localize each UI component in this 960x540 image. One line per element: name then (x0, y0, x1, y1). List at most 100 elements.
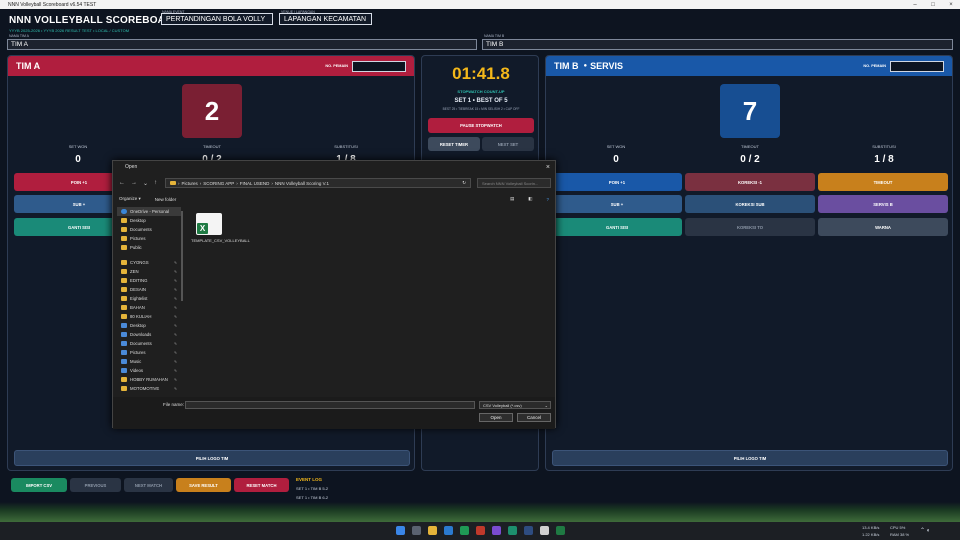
sidebar-item[interactable]: Pictures ✎ (117, 348, 181, 357)
breadcrumb-item[interactable]: NNN Volleyball Scoring V.1 (275, 181, 329, 186)
sidebar-item[interactable]: Documents ✎ (117, 339, 181, 348)
folder-icon (121, 341, 127, 346)
breadcrumb-item[interactable]: SCORING APP (203, 181, 234, 186)
refresh-icon[interactable]: ↻ (462, 180, 466, 186)
team-b-correction-to-button[interactable]: KOREKSI TO (685, 218, 815, 236)
forward-arrow-icon[interactable]: → (131, 180, 137, 186)
team-b-caption: NAMA TIM B (484, 34, 505, 38)
app-icon[interactable] (476, 526, 485, 535)
sidebar-item[interactable]: Downloads ✎ (117, 330, 181, 339)
sidebar-item[interactable]: EDITING ✎ (117, 276, 181, 285)
sidebar-item[interactable]: OneDrive - Personal (117, 207, 181, 216)
pause-stopwatch-button[interactable]: PAUSE STOPWATCH (428, 118, 534, 133)
start-icon[interactable] (396, 526, 405, 535)
net-down: 1.22 KB/s (862, 532, 880, 537)
team-b-switch-side-button[interactable]: GANTI SISI (552, 218, 682, 236)
team-b-player-no-label: NO. PEMAIN (863, 64, 886, 68)
team-a-player-no-input[interactable] (352, 60, 406, 72)
cancel-button[interactable]: Cancel (517, 413, 551, 422)
breadcrumb-item[interactable]: Pictures (182, 181, 198, 186)
team-b-logo-button[interactable]: PILIH LOGO TIM (552, 450, 948, 466)
up-arrow-icon[interactable]: ↑ (154, 180, 157, 186)
sidebar-item[interactable]: ZEN ✎ (117, 267, 181, 276)
file-explorer-icon[interactable] (428, 526, 437, 535)
help-icon[interactable]: ? (546, 197, 549, 202)
sidebar-item[interactable]: Documents (117, 225, 181, 234)
team-b-correction-button[interactable]: KOREKSI -1 (685, 173, 815, 191)
next-match-button[interactable]: NEXT MATCH (124, 478, 173, 492)
team-b-color-button[interactable]: WARNA (818, 218, 948, 236)
sidebar-scrollbar[interactable] (181, 211, 183, 301)
sidebar-item[interactable]: DESAIN ✎ (117, 285, 181, 294)
team-b-timeout-button[interactable]: TIMEOUT (818, 173, 948, 191)
team-b-sub-button[interactable]: SUB + (552, 195, 682, 213)
venue-name-field[interactable]: LAPANGAN KECAMATAN (279, 13, 372, 25)
dialog-sidebar: OneDrive - Personal Desktop Documents Pictu… (117, 207, 181, 397)
search-icon[interactable] (412, 526, 421, 535)
csv-file-item[interactable]: X TEMPLATE_CSV_VOLLEYBALL (191, 213, 250, 243)
rules-info: BEST 25 • TIEBREAK 15 • MIN SELISIH 2 • … (442, 107, 520, 111)
team-b-correction-sub-button[interactable]: KOREKSI SUB (685, 195, 815, 213)
file-type-select[interactable]: CSV Volleyball (*.csv) ⌄ (479, 401, 551, 409)
sidebar-item[interactable]: Desktop (117, 216, 181, 225)
folder-icon (121, 278, 127, 283)
sidebar-item[interactable]: MOTOMOTIVE ✎ (117, 384, 181, 393)
team-b-point-button[interactable]: POIN +1 (552, 173, 682, 191)
sidebar-item[interactable]: 80 KULIAH ✎ (117, 312, 181, 321)
pin-icon: ✎ (174, 341, 177, 346)
preview-pane-icon[interactable]: ◧ (528, 196, 532, 202)
new-folder-button[interactable]: New folder (155, 197, 177, 202)
chevron-down-icon[interactable]: ⌄ (143, 180, 148, 187)
net-up: 13.4 KB/s (862, 525, 880, 530)
open-button[interactable]: Open (479, 413, 513, 422)
app-icon[interactable] (460, 526, 469, 535)
previous-button[interactable]: PREVIOUS (70, 478, 121, 492)
app-icon[interactable] (540, 526, 549, 535)
sidebar-item[interactable]: Public (117, 243, 181, 252)
sidebar-item[interactable]: BAHAN ✎ (117, 303, 181, 312)
sidebar-item-label: Documents (130, 227, 152, 232)
app-icon[interactable] (556, 526, 565, 535)
team-b-name-input[interactable]: TIM B (482, 39, 953, 50)
breadcrumb-item[interactable]: FINAL USEND (240, 181, 270, 186)
tray-icon[interactable]: ⌃ ◐ (920, 527, 930, 534)
team-a-name-input[interactable]: TIM A (7, 39, 477, 50)
sidebar-item-label: MOTOMOTIVE (130, 386, 160, 391)
team-a-caption: NAMA TIM A (9, 34, 29, 38)
team-b-set-won: 0 (613, 154, 619, 165)
sidebar-item[interactable]: CYONGS ✎ (117, 258, 181, 267)
back-arrow-icon[interactable]: ← (119, 180, 125, 186)
reset-match-button[interactable]: RESET MATCH (234, 478, 289, 492)
sidebar-item[interactable]: Desktop ✎ (117, 321, 181, 330)
app-icon[interactable] (524, 526, 533, 535)
next-set-button[interactable]: NEXT SET (482, 137, 534, 151)
team-b-player-no-input[interactable] (890, 60, 944, 72)
maximize-icon[interactable]: □ (924, 2, 942, 8)
organize-menu[interactable]: Organize ▾ (119, 196, 141, 202)
save-result-button[interactable]: SAVE RESULT (176, 478, 231, 492)
event-name-field[interactable]: PERTANDINGAN BOLA VOLLY (161, 13, 273, 25)
dialog-search-input[interactable]: Search NNN Volleyball Scorin... (477, 178, 551, 188)
team-a-logo-button[interactable]: PILIH LOGO TIM (14, 450, 410, 466)
sidebar-item[interactable]: Eightelist ✎ (117, 294, 181, 303)
address-bar[interactable]: › Pictures › SCORING APP › FINAL USEND ›… (165, 178, 471, 188)
sidebar-item[interactable]: Music ✎ (117, 357, 181, 366)
dialog-close-icon[interactable]: × (546, 164, 550, 171)
import-csv-button[interactable]: IMPORT CSV (11, 478, 67, 492)
sidebar-item-label: Music (130, 359, 142, 364)
app-icon[interactable] (492, 526, 501, 535)
sidebar-item[interactable]: Pictures (117, 234, 181, 243)
team-a-name: TIM A (16, 61, 41, 71)
team-b-serve-button[interactable]: SERVIS B (818, 195, 948, 213)
reset-timer-button[interactable]: RESET TIMER (428, 137, 480, 151)
view-options-icon[interactable]: ▤ (510, 196, 514, 202)
sidebar-item-label: ZEN (130, 269, 139, 274)
sidebar-item[interactable]: Videos ✎ (117, 366, 181, 375)
file-name-input[interactable] (185, 401, 475, 409)
app-icon[interactable] (508, 526, 517, 535)
close-icon[interactable]: × (942, 2, 960, 8)
sidebar-item[interactable]: HOBBY RUMAHAN ✎ (117, 375, 181, 384)
folder-icon (121, 314, 127, 319)
browser-icon[interactable] (444, 526, 453, 535)
minimize-icon[interactable]: – (906, 2, 924, 8)
